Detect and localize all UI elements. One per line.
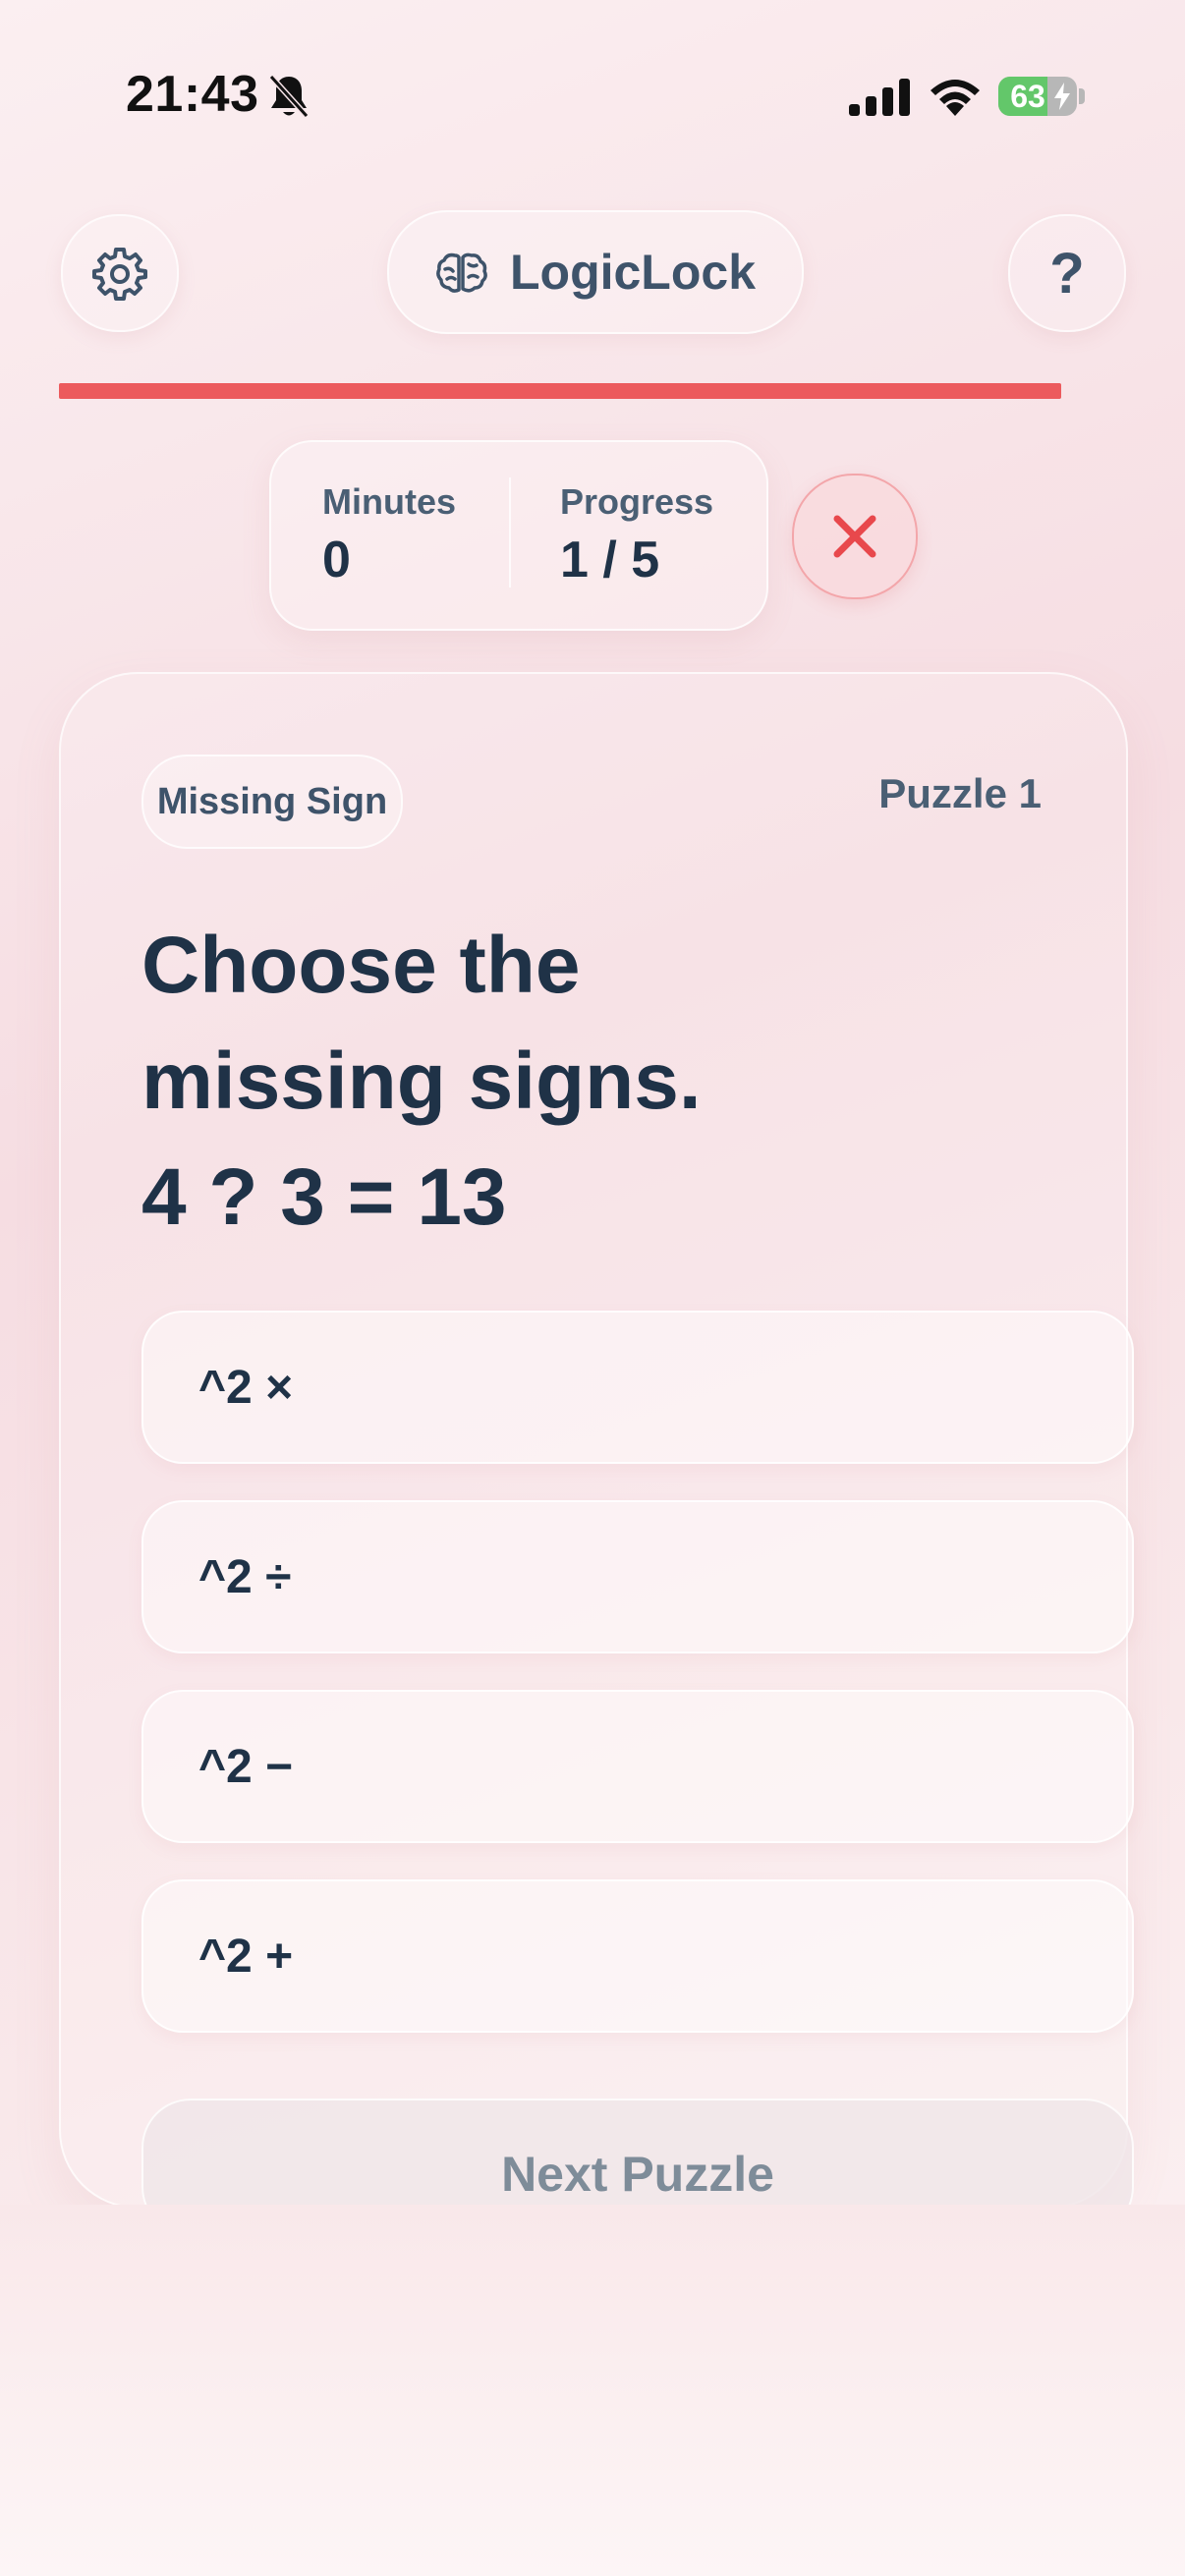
answer-option-label: ^2 ×: [198, 1361, 294, 1414]
timer-progress-bar: [59, 383, 1061, 399]
wifi-icon: [931, 80, 980, 116]
app-title: LogicLock: [509, 245, 757, 300]
answer-option[interactable]: ^2 ×: [141, 1311, 1134, 1464]
help-button[interactable]: ?: [1008, 214, 1126, 332]
minutes-label: Minutes: [322, 481, 457, 522]
answer-option-label: ^2 +: [198, 1930, 294, 1983]
bell-slash-icon: [268, 74, 310, 119]
timer-progress-fill: [59, 383, 1061, 399]
minutes-value: 0: [322, 532, 351, 588]
question-equation: 4 ? 3 = 13: [141, 1152, 507, 1242]
answer-option[interactable]: ^2 ÷: [141, 1500, 1134, 1653]
battery-nub: [1079, 88, 1085, 104]
close-icon: [833, 515, 876, 558]
help-label: ?: [1049, 241, 1085, 306]
question-line: Choose the: [141, 921, 581, 1010]
brain-icon: [436, 252, 487, 293]
puzzle-type-label: Missing Sign: [156, 780, 388, 822]
scroll-clip-area: [0, 2205, 1185, 2576]
answer-option[interactable]: ^2 −: [141, 1690, 1134, 1843]
progress-label: Progress: [560, 481, 714, 522]
answer-option[interactable]: ^2 +: [141, 1879, 1134, 2033]
question-line: missing signs.: [141, 1036, 702, 1126]
stats-divider: [509, 477, 511, 588]
app-title-pill: LogicLock: [387, 210, 804, 334]
battery-indicator: 63: [998, 77, 1077, 116]
gear-icon: [92, 248, 147, 301]
puzzle-number: Puzzle 1: [878, 770, 1042, 816]
puzzle-type-badge: Missing Sign: [141, 755, 403, 849]
answer-option-label: ^2 −: [198, 1740, 294, 1793]
bolt-icon: [1054, 83, 1070, 110]
battery-percent: 63: [1010, 79, 1045, 114]
progress-value: 1 / 5: [560, 532, 660, 588]
status-time: 21:43: [126, 66, 259, 123]
answer-option-label: ^2 ÷: [198, 1550, 292, 1603]
next-puzzle-label: Next Puzzle: [501, 2147, 774, 2202]
settings-button[interactable]: [61, 214, 179, 332]
puzzle-question: Choose the missing signs. 4 ? 3 = 13: [141, 908, 947, 1256]
close-button[interactable]: [792, 474, 918, 599]
cellular-signal-icon: [849, 79, 910, 116]
